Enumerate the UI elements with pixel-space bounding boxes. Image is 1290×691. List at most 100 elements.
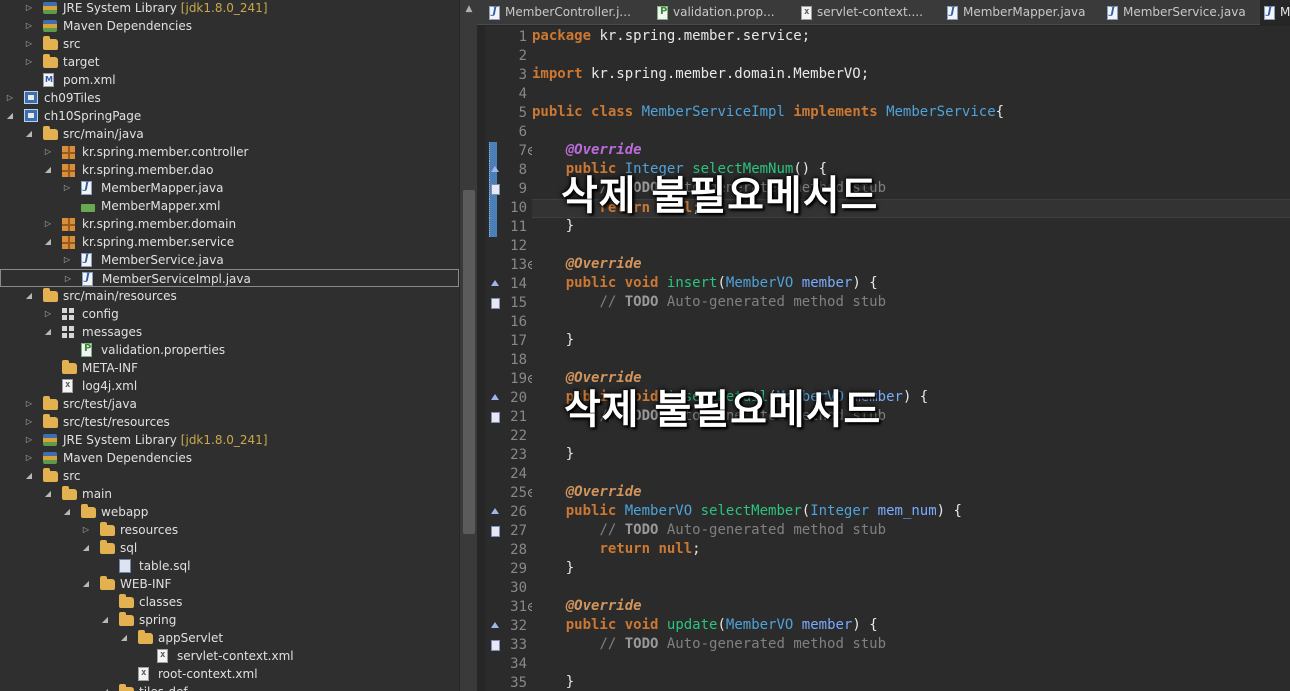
collapse-right-arrow-icon[interactable]: ▷ [5, 89, 15, 107]
tree-item[interactable]: ▷ MemberMapper.java [0, 179, 459, 197]
tree-item[interactable]: ◢ webapp [0, 503, 459, 521]
tree-item[interactable]: ◢ kr.spring.member.service [0, 233, 459, 251]
expand-down-arrow-icon[interactable]: ◢ [24, 287, 34, 305]
editor-tab[interactable]: M [1260, 0, 1290, 25]
tree-item[interactable]: log4j.xml [0, 377, 459, 395]
tree-item[interactable]: ▷ Maven Dependencies [0, 449, 459, 467]
tree-item[interactable]: ◢ main [0, 485, 459, 503]
explorer-scrollbar[interactable]: ▲ [459, 0, 477, 691]
editor-tab[interactable]: validation.prop... [653, 0, 789, 25]
tree-item[interactable]: ◢ src/main/resources [0, 287, 459, 305]
tree-item[interactable]: ▷ resources [0, 521, 459, 539]
code-line[interactable]: } [532, 332, 1290, 351]
override-marker-icon[interactable] [491, 166, 499, 172]
tree-item[interactable]: pom.xml [0, 71, 459, 89]
expand-down-arrow-icon[interactable]: ◢ [100, 611, 110, 629]
tree-item[interactable]: ▷ kr.spring.member.domain [0, 215, 459, 233]
task-marker-icon[interactable] [491, 298, 500, 309]
code-line[interactable]: @Override [532, 598, 1290, 617]
expand-down-arrow-icon[interactable]: ◢ [43, 161, 53, 179]
scroll-up-arrow-icon[interactable]: ▲ [460, 0, 478, 18]
tree-item[interactable]: ◢ kr.spring.member.dao [0, 161, 459, 179]
tree-item[interactable]: ◢ src/main/java [0, 125, 459, 143]
expand-down-arrow-icon[interactable]: ◢ [24, 467, 34, 485]
collapse-right-arrow-icon[interactable]: ▷ [24, 431, 34, 449]
code-line[interactable]: @Override [532, 142, 1290, 161]
tree-item[interactable]: ▷ src/test/java [0, 395, 459, 413]
tree-item[interactable]: ◢ appServlet [0, 629, 459, 647]
code-line[interactable]: } [532, 446, 1290, 465]
tree-item[interactable]: ▷ Maven Dependencies [0, 17, 459, 35]
tree-item[interactable]: ▷ JRE System Library [jdk1.8.0_241] [0, 431, 459, 449]
override-marker-icon[interactable] [491, 622, 499, 628]
code-editor[interactable]: package kr.spring.member.service; import … [532, 26, 1290, 691]
editor-tab[interactable]: MemberMapper.java [943, 0, 1095, 25]
tree-item[interactable]: ◢ WEB-INF [0, 575, 459, 593]
collapse-right-arrow-icon[interactable]: ▷ [62, 251, 72, 269]
code-line[interactable] [532, 655, 1290, 674]
code-line[interactable]: } [532, 674, 1290, 691]
tree-item[interactable]: ▷ kr.spring.member.controller [0, 143, 459, 161]
override-marker-icon[interactable] [491, 508, 499, 514]
override-marker-icon[interactable] [491, 394, 499, 400]
code-line[interactable]: import kr.spring.member.domain.MemberVO; [532, 66, 1290, 85]
collapse-right-arrow-icon[interactable]: ▷ [43, 215, 53, 233]
code-line[interactable]: public class MemberServiceImpl implement… [532, 104, 1290, 123]
tree-item[interactable]: ▷ JRE System Library [jdk1.8.0_241] [0, 0, 459, 17]
code-line[interactable]: public MemberVO selectMember(Integer mem… [532, 503, 1290, 522]
code-line[interactable]: return null; [532, 541, 1290, 560]
code-line[interactable] [532, 123, 1290, 142]
code-line[interactable] [532, 313, 1290, 332]
expand-down-arrow-icon[interactable]: ◢ [62, 503, 72, 521]
tree-item[interactable]: table.sql [0, 557, 459, 575]
override-marker-icon[interactable] [491, 280, 499, 286]
task-marker-icon[interactable] [491, 412, 500, 423]
collapse-right-arrow-icon[interactable]: ▷ [24, 53, 34, 71]
expand-down-arrow-icon[interactable]: ◢ [81, 575, 91, 593]
collapse-right-arrow-icon[interactable]: ▷ [81, 521, 91, 539]
code-line[interactable]: @Override [532, 484, 1290, 503]
collapse-right-arrow-icon[interactable]: ▷ [24, 35, 34, 53]
expand-down-arrow-icon[interactable]: ◢ [5, 107, 15, 125]
collapse-right-arrow-icon[interactable]: ▷ [63, 270, 73, 288]
scrollbar-thumb[interactable] [463, 190, 475, 534]
expand-down-arrow-icon[interactable]: ◢ [43, 485, 53, 503]
code-line[interactable] [532, 579, 1290, 598]
code-line[interactable]: // TODO Auto-generated method stub [532, 636, 1290, 655]
tree-item[interactable]: ▷ config [0, 305, 459, 323]
code-line[interactable] [532, 237, 1290, 256]
editor-tab[interactable]: servlet-context.... [797, 0, 935, 25]
tree-item[interactable]: ◢ tiles-def [0, 683, 459, 691]
task-marker-icon[interactable] [491, 526, 500, 537]
code-line[interactable]: package kr.spring.member.service; [532, 28, 1290, 47]
expand-down-arrow-icon[interactable]: ◢ [43, 233, 53, 251]
tree-item[interactable]: ◢ messages [0, 323, 459, 341]
tree-item[interactable]: classes [0, 593, 459, 611]
task-marker-icon[interactable] [491, 640, 500, 651]
tree-item[interactable]: ▷ target [0, 53, 459, 71]
expand-down-arrow-icon[interactable]: ◢ [119, 629, 129, 647]
code-line[interactable]: // TODO Auto-generated method stub [532, 522, 1290, 541]
collapse-right-arrow-icon[interactable]: ▷ [24, 17, 34, 35]
collapse-right-arrow-icon[interactable]: ▷ [43, 305, 53, 323]
tree-item[interactable]: ◢ src [0, 467, 459, 485]
code-line[interactable]: } [532, 560, 1290, 579]
expand-down-arrow-icon[interactable]: ◢ [100, 683, 110, 691]
tree-item[interactable]: MemberMapper.xml [0, 197, 459, 215]
collapse-right-arrow-icon[interactable]: ▷ [24, 395, 34, 413]
tree-item[interactable]: validation.properties [0, 341, 459, 359]
code-line[interactable]: @Override [532, 256, 1290, 275]
code-line[interactable] [532, 47, 1290, 66]
collapse-right-arrow-icon[interactable]: ▷ [24, 449, 34, 467]
tree-item[interactable]: ▷ src [0, 35, 459, 53]
tree-item[interactable]: ▷ MemberService.java [0, 251, 459, 269]
tree-item[interactable]: ◢ spring [0, 611, 459, 629]
collapse-right-arrow-icon[interactable]: ▷ [43, 143, 53, 161]
editor-tab[interactable]: MemberService.java [1103, 0, 1251, 25]
tree-item[interactable]: ▷ src/test/resources [0, 413, 459, 431]
code-line[interactable]: // TODO Auto-generated method stub [532, 294, 1290, 313]
task-marker-icon[interactable] [491, 184, 500, 195]
code-line[interactable] [532, 351, 1290, 370]
expand-down-arrow-icon[interactable]: ◢ [24, 125, 34, 143]
tree-item[interactable]: ◢ sql [0, 539, 459, 557]
